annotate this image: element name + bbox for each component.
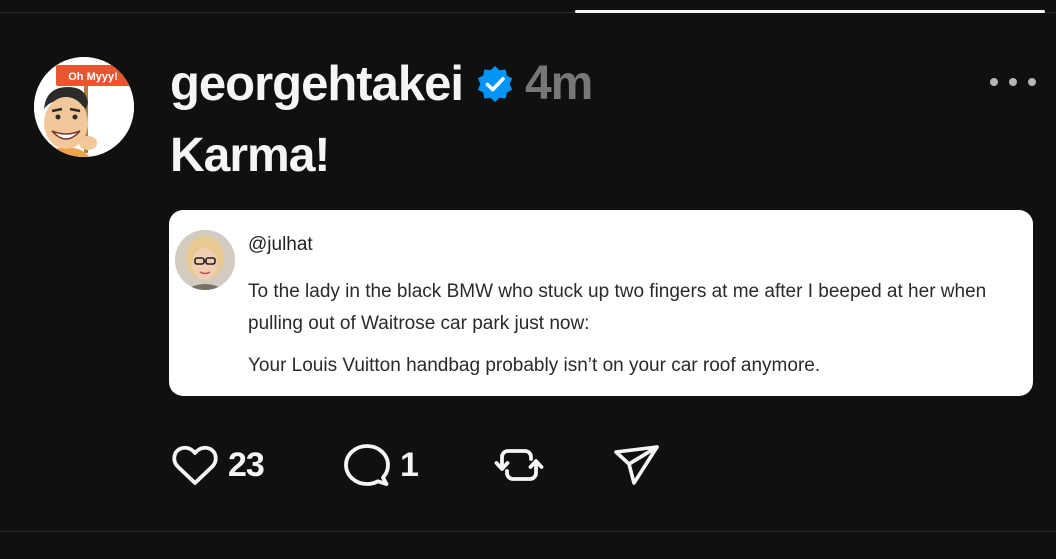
post-timestamp: 4m	[524, 57, 593, 110]
more-dot	[1028, 78, 1036, 86]
like-button[interactable]: 23	[170, 438, 265, 492]
like-count: 23	[228, 445, 265, 484]
author-username[interactable]: georgehtakei	[170, 54, 464, 114]
speech-bubble-icon	[342, 440, 392, 490]
repost-arrows-icon	[494, 440, 544, 490]
bottom-divider	[0, 531, 1056, 532]
more-dot	[1009, 78, 1017, 86]
avatar-sign-text: Oh Myyy!	[68, 71, 118, 83]
quoted-post-body: To the lady in the black BMW who stuck u…	[248, 276, 1028, 382]
post-header: georgehtakei 4m	[170, 54, 593, 114]
post-text: Karma!	[170, 129, 330, 182]
reply-count: 1	[400, 445, 419, 484]
quoted-paragraph: To the lady in the black BMW who stuck u…	[248, 281, 987, 334]
reply-button[interactable]: 1	[342, 438, 419, 492]
author-avatar[interactable]: Oh Myyy!	[34, 57, 134, 157]
verified-badge-icon	[475, 64, 515, 104]
more-dot	[990, 78, 998, 86]
quoted-author-handle[interactable]: @julhat	[248, 234, 313, 256]
heart-icon	[170, 440, 220, 490]
quoted-post-card[interactable]: @julhat To the lady in the black BMW who…	[169, 210, 1033, 396]
active-tab-indicator	[575, 10, 1045, 13]
more-options-ellipsis-icon[interactable]	[990, 75, 1036, 89]
paper-plane-icon	[612, 440, 662, 490]
quoted-paragraph: Your Louis Vuitton handbag probably isn’…	[248, 355, 821, 376]
share-button[interactable]	[612, 438, 662, 492]
thread-post-view: Oh Myyy! georgehtakei 4m Karma! @julhat …	[0, 0, 1056, 559]
repost-button[interactable]	[494, 438, 544, 492]
quoted-author-avatar[interactable]	[175, 230, 235, 290]
